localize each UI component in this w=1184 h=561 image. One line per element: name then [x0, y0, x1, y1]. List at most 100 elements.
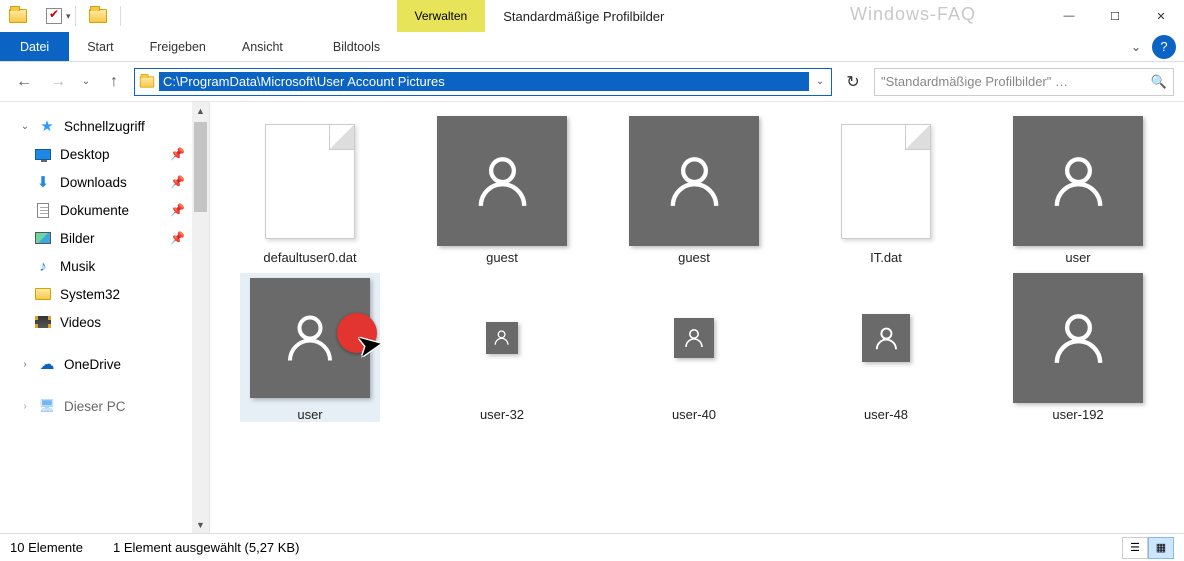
history-dropdown[interactable]: ⌄	[78, 68, 94, 96]
avatar-icon	[674, 318, 714, 358]
sidebar-item-bilder[interactable]: Bilder 📌	[0, 224, 209, 252]
file-label: user-32	[480, 407, 524, 422]
music-icon: ♪	[34, 258, 52, 274]
search-box[interactable]: "Standardmäßige Profilbilder" … 🔍	[874, 68, 1174, 96]
files-pane[interactable]: defaultuser0.dat guest guest IT.dat user…	[210, 102, 1184, 533]
search-placeholder: "Standardmäßige Profilbilder" …	[881, 74, 1068, 89]
search-icon[interactable]: 🔍	[1151, 74, 1167, 90]
sidebar-scrollbar[interactable]: ▲ ▼	[192, 102, 209, 533]
avatar-icon	[437, 116, 567, 246]
back-button[interactable]: ←	[10, 68, 38, 96]
file-item[interactable]: user	[1008, 116, 1148, 265]
file-item[interactable]: guest	[624, 116, 764, 265]
this-pc-label: Dieser PC	[64, 399, 126, 414]
tab-ansicht[interactable]: Ansicht	[224, 32, 301, 61]
sidebar-item-dokumente[interactable]: Dokumente 📌	[0, 196, 209, 224]
avatar-icon	[1013, 273, 1143, 403]
scroll-thumb[interactable]	[194, 122, 207, 212]
pin-icon: 📌	[170, 231, 185, 245]
file-item[interactable]: user-40	[624, 273, 764, 422]
view-details-button[interactable]: ☰	[1122, 537, 1148, 559]
ribbon-collapse-icon[interactable]: ⌄	[1124, 39, 1148, 54]
file-item[interactable]: defaultuser0.dat	[240, 116, 380, 265]
sidebar-item-system32[interactable]: System32	[0, 280, 209, 308]
forward-button[interactable]: →	[44, 68, 72, 96]
video-icon	[35, 316, 51, 328]
file-label: user	[297, 407, 322, 422]
expand-icon[interactable]: ›	[20, 401, 30, 412]
sidebar-onedrive[interactable]: › ☁ OneDrive	[0, 350, 209, 378]
file-item[interactable]: guest	[432, 116, 572, 265]
help-button[interactable]: ?	[1152, 35, 1176, 59]
file-item[interactable]: user-192	[1008, 273, 1148, 422]
file-item[interactable]: user-48	[816, 273, 956, 422]
folder-icon	[35, 288, 51, 300]
qat-new-folder-icon[interactable]	[80, 0, 116, 32]
qat-folder-icon[interactable]	[0, 0, 36, 32]
address-text[interactable]: C:\ProgramData\Microsoft\User Account Pi…	[159, 72, 809, 91]
address-folder-icon	[135, 75, 159, 89]
sidebar-item-desktop[interactable]: Desktop 📌	[0, 140, 209, 168]
cloud-icon: ☁	[38, 356, 56, 372]
pin-icon: 📌	[170, 203, 185, 217]
titlebar: ▾ Verwalten Standardmäßige Profilbilder …	[0, 0, 1184, 32]
view-thumbnails-button[interactable]: ▦	[1148, 537, 1174, 559]
up-button[interactable]: ↑	[100, 68, 128, 96]
avatar-icon	[1013, 116, 1143, 246]
refresh-button[interactable]: ↻	[838, 68, 868, 96]
sidebar-item-label: Desktop	[60, 147, 110, 162]
close-button[interactable]: ✕	[1138, 0, 1184, 32]
sidebar-this-pc[interactable]: ›🖥Dieser PC	[0, 392, 209, 420]
tab-start[interactable]: Start	[69, 32, 131, 61]
nav-row: ← → ⌄ ↑ C:\ProgramData\Microsoft\User Ac…	[0, 62, 1184, 102]
pin-icon: 📌	[170, 175, 185, 189]
file-label: user-48	[864, 407, 908, 422]
quick-access-toolbar: ▾	[0, 0, 125, 32]
scroll-down-icon[interactable]: ▼	[192, 516, 209, 533]
sidebar-item-musik[interactable]: ♪ Musik	[0, 252, 209, 280]
expand-icon[interactable]: ⌄	[20, 121, 30, 132]
watermark: Windows-FAQ	[850, 4, 976, 25]
quick-access-label: Schnellzugriff	[64, 119, 145, 134]
avatar-icon	[629, 116, 759, 246]
sidebar-quick-access[interactable]: ⌄ ★ Schnellzugriff	[0, 112, 209, 140]
address-bar[interactable]: C:\ProgramData\Microsoft\User Account Pi…	[134, 68, 832, 96]
download-icon: ⬇	[34, 174, 52, 190]
sidebar-item-label: Musik	[60, 259, 95, 274]
pin-icon: 📌	[170, 147, 185, 161]
file-label: user	[1065, 250, 1090, 265]
sidebar-item-label: System32	[60, 287, 120, 302]
file-label: defaultuser0.dat	[263, 250, 356, 265]
document-icon	[37, 203, 49, 218]
sidebar-item-label: Dokumente	[60, 203, 129, 218]
scroll-up-icon[interactable]: ▲	[192, 102, 209, 119]
qat-dropdown-icon[interactable]: ▾	[66, 11, 71, 22]
expand-icon[interactable]: ›	[20, 359, 30, 370]
tab-freigeben[interactable]: Freigeben	[132, 32, 224, 61]
file-tab[interactable]: Datei	[0, 32, 69, 61]
status-item-count: 10 Elemente	[10, 540, 83, 555]
sidebar-item-videos[interactable]: Videos	[0, 308, 209, 336]
file-row: ➤ user user-32 user-40 user-48 user-192	[240, 273, 1164, 422]
ribbon-tabs: Datei Start Freigeben Ansicht Bildtools …	[0, 32, 1184, 62]
status-bar: 10 Elemente 1 Element ausgewählt (5,27 K…	[0, 533, 1184, 561]
separator	[120, 6, 121, 26]
body-split: ⌄ ★ Schnellzugriff Desktop📌 ⬇Downloads📌 …	[0, 102, 1184, 533]
separator	[75, 6, 76, 26]
file-row: defaultuser0.dat guest guest IT.dat user	[240, 116, 1164, 265]
sidebar-item-label: Bilder	[60, 231, 95, 246]
file-item[interactable]: user-32	[432, 273, 572, 422]
file-item-selected[interactable]: ➤ user	[240, 273, 380, 422]
tab-bildtools[interactable]: Bildtools	[315, 32, 398, 61]
star-icon: ★	[38, 118, 56, 134]
desktop-icon	[35, 149, 51, 160]
sidebar-item-label: Downloads	[60, 175, 127, 190]
file-label: guest	[486, 250, 518, 265]
dat-file-icon	[841, 124, 931, 239]
minimize-button[interactable]: —	[1046, 0, 1092, 32]
onedrive-label: OneDrive	[64, 357, 121, 372]
sidebar-item-downloads[interactable]: ⬇ Downloads 📌	[0, 168, 209, 196]
file-item[interactable]: IT.dat	[816, 116, 956, 265]
maximize-button[interactable]: ☐	[1092, 0, 1138, 32]
address-dropdown-icon[interactable]: ⌄	[809, 76, 831, 87]
